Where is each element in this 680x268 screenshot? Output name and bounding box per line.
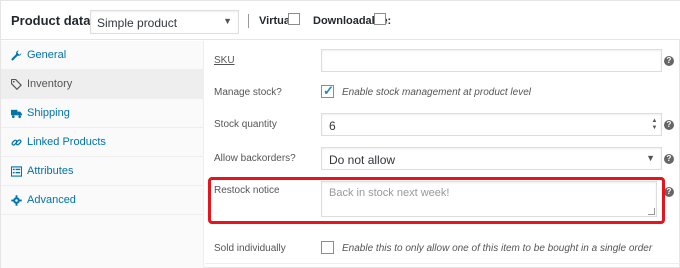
product-data-panel: Product data — Simple product ▼ Virtual:…	[0, 0, 680, 268]
help-icon[interactable]: ?	[664, 154, 674, 164]
wrench-icon	[11, 50, 22, 61]
tab-general[interactable]: General	[1, 41, 203, 70]
tab-advanced[interactable]: Advanced	[1, 186, 203, 215]
stock-quantity-label: Stock quantity	[214, 119, 277, 130]
highlight-annotation	[208, 177, 665, 224]
sku-input[interactable]	[321, 49, 662, 72]
manage-stock-description: Enable stock management at product level	[342, 87, 531, 98]
backorders-value: Do not allow	[329, 153, 396, 167]
help-icon[interactable]: ?	[664, 187, 674, 197]
tab-shipping-label: Shipping	[27, 107, 70, 119]
manage-stock-checkbox[interactable]: ✓	[321, 83, 334, 98]
chevron-down-icon: ▼	[646, 153, 655, 163]
downloadable-checkbox[interactable]	[374, 13, 386, 25]
sold-individually-label: Sold individually	[214, 243, 286, 254]
link-icon	[11, 139, 22, 146]
help-icon[interactable]: ?	[664, 56, 674, 66]
tab-inventory-label: Inventory	[27, 78, 73, 90]
tab-general-label: General	[27, 49, 67, 61]
product-data-tabs: General Inventory Shipping Linked Produc…	[1, 41, 204, 268]
backorders-row: Allow backorders? Do not allow ▼ ?	[205, 147, 680, 171]
stock-quantity-row: Stock quantity 6 ▲ ▼ ?	[205, 113, 680, 137]
header-separator	[248, 14, 249, 28]
tab-inventory[interactable]: Inventory	[1, 70, 203, 99]
truck-icon	[11, 109, 22, 118]
product-data-header: Product data — Simple product ▼ Virtual:…	[1, 1, 680, 40]
list-icon	[11, 166, 22, 177]
tab-linked-products[interactable]: Linked Products	[1, 128, 203, 157]
tab-advanced-label: Advanced	[27, 194, 76, 206]
checkmark-icon: ✓	[323, 83, 334, 98]
tab-linked-products-label: Linked Products	[27, 136, 106, 148]
stock-quantity-input[interactable]: 6 ▲ ▼	[321, 113, 662, 136]
tag-icon	[11, 79, 22, 90]
manage-stock-label: Manage stock?	[214, 87, 282, 98]
tab-attributes[interactable]: Attributes	[1, 157, 203, 186]
section-divider	[205, 263, 680, 264]
spinner-arrows-icon[interactable]: ▲ ▼	[651, 118, 658, 132]
manage-stock-row: Manage stock? ✓ Enable stock management …	[205, 83, 680, 101]
product-type-select[interactable]: Simple product ▼	[90, 10, 239, 34]
virtual-checkbox[interactable]	[288, 13, 300, 25]
sku-label: SKU	[214, 55, 235, 66]
sold-individually-checkbox[interactable]	[321, 241, 334, 254]
stock-quantity-value: 6	[329, 119, 336, 133]
gear-icon	[11, 195, 22, 206]
tab-attributes-label: Attributes	[27, 165, 74, 177]
sold-individually-description: Enable this to only allow one of this it…	[342, 243, 653, 254]
sku-row: SKU ?	[205, 49, 680, 73]
product-type-value: Simple product	[97, 16, 178, 30]
tab-shipping[interactable]: Shipping	[1, 99, 203, 128]
help-icon[interactable]: ?	[664, 120, 674, 130]
sold-individually-row: Sold individually Enable this to only al…	[205, 241, 680, 257]
chevron-down-icon: ▼	[223, 16, 232, 26]
backorders-select[interactable]: Do not allow ▼	[321, 147, 662, 170]
backorders-label: Allow backorders?	[214, 153, 296, 164]
